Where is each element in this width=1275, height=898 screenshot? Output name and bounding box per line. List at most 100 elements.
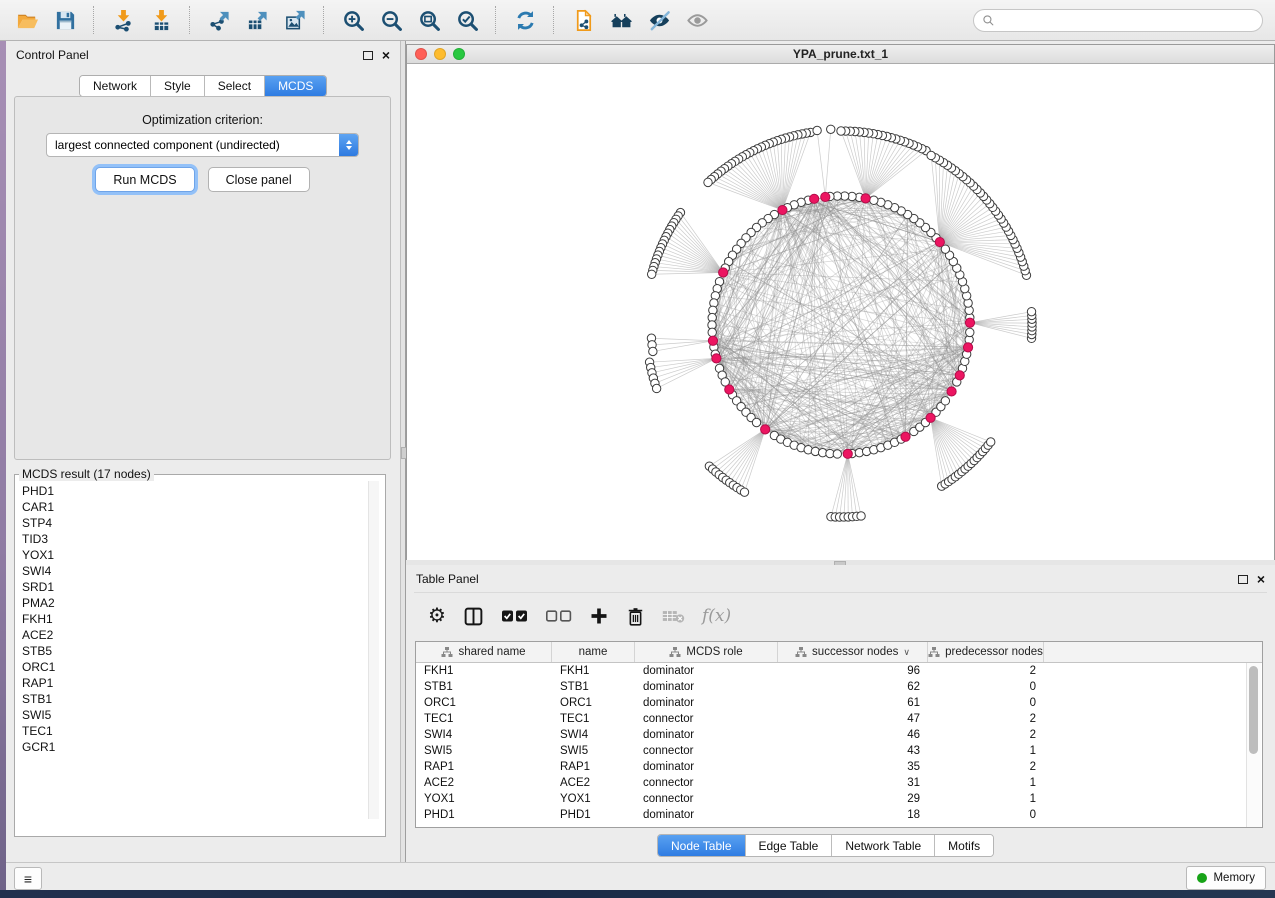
mcds-node-item[interactable]: TID3 [22, 531, 385, 547]
open-file-button[interactable] [8, 4, 46, 36]
network-leaf-node[interactable] [740, 488, 748, 496]
mcds-hub-node[interactable] [725, 385, 734, 394]
mcds-node-item[interactable]: STP4 [22, 515, 385, 531]
mcds-hub-node[interactable] [712, 354, 721, 363]
mcds-node-item[interactable]: STB1 [22, 691, 385, 707]
zoom-out-button[interactable] [372, 4, 410, 36]
column-header-name[interactable]: name [552, 642, 635, 662]
first-neighbors-button[interactable] [602, 4, 640, 36]
clone-network-button[interactable] [564, 4, 602, 36]
hide-selected-button[interactable] [640, 4, 678, 36]
zoom-fit-button[interactable] [410, 4, 448, 36]
mcds-node-item[interactable]: SWI4 [22, 563, 385, 579]
table-row[interactable]: YOX1YOX1connector291 [416, 791, 1262, 807]
network-node[interactable] [966, 328, 974, 336]
tab-select[interactable]: Select [205, 76, 265, 96]
column-header-predecessor-nodes[interactable]: predecessor nodes [928, 642, 1044, 662]
mcds-node-item[interactable]: RAP1 [22, 675, 385, 691]
mcds-hub-node[interactable] [708, 336, 717, 345]
close-panel-icon[interactable]: × [1257, 574, 1265, 584]
network-node[interactable] [708, 328, 716, 336]
table-row[interactable]: ACE2ACE2connector311 [416, 775, 1262, 791]
mcds-hub-node[interactable] [926, 413, 935, 422]
export-table-button[interactable] [238, 4, 276, 36]
network-leaf-node[interactable] [927, 151, 935, 159]
table-row[interactable]: SWI5SWI5connector431 [416, 743, 1262, 759]
mcds-hub-node[interactable] [955, 371, 964, 380]
run-mcds-button[interactable]: Run MCDS [95, 167, 194, 192]
table-row[interactable]: SWI4SWI4dominator462 [416, 727, 1262, 743]
mcds-node-item[interactable]: PHD1 [22, 483, 385, 499]
mcds-node-item[interactable]: FKH1 [22, 611, 385, 627]
add-column-button[interactable] [589, 606, 609, 626]
float-panel-icon[interactable] [363, 51, 373, 60]
import-network-button[interactable] [104, 4, 142, 36]
mcds-list-scrollbar[interactable] [368, 481, 379, 819]
tab-edge-table[interactable]: Edge Table [746, 835, 833, 856]
mcds-hub-node[interactable] [861, 194, 870, 203]
mcds-node-item[interactable]: SWI5 [22, 707, 385, 723]
mcds-node-item[interactable]: TEC1 [22, 723, 385, 739]
network-leaf-node[interactable] [1027, 307, 1035, 315]
mcds-hub-node[interactable] [821, 192, 830, 201]
close-panel-icon[interactable]: × [382, 50, 390, 60]
tab-style[interactable]: Style [151, 76, 205, 96]
network-node[interactable] [870, 196, 878, 204]
network-canvas[interactable] [407, 64, 1274, 560]
network-node[interactable] [752, 418, 760, 426]
tab-network[interactable]: Network [80, 76, 151, 96]
mcds-node-item[interactable]: ORC1 [22, 659, 385, 675]
delete-column-button[interactable] [626, 606, 645, 627]
mcds-node-item[interactable]: ACE2 [22, 627, 385, 643]
save-session-button[interactable] [46, 4, 84, 36]
mcds-hub-node[interactable] [935, 237, 944, 246]
deselect-all-rows-button[interactable] [545, 608, 572, 624]
search-box[interactable] [973, 9, 1263, 32]
import-table-button[interactable] [142, 4, 180, 36]
network-node[interactable] [833, 450, 841, 458]
export-network-button[interactable] [200, 4, 238, 36]
select-all-rows-button[interactable] [501, 608, 528, 624]
close-panel-button[interactable]: Close panel [208, 167, 310, 192]
table-row[interactable]: ORC1ORC1dominator610 [416, 695, 1262, 711]
mcds-node-item[interactable]: SRD1 [22, 579, 385, 595]
export-image-button[interactable] [276, 4, 314, 36]
table-settings-gear-button[interactable]: ⚙︎ [428, 606, 446, 626]
mcds-hub-node[interactable] [719, 268, 728, 277]
mcds-hub-node[interactable] [778, 205, 787, 214]
mcds-hub-node[interactable] [810, 194, 819, 203]
table-row[interactable]: STB1STB1dominator620 [416, 679, 1262, 695]
column-header-MCDS-role[interactable]: MCDS role [635, 642, 778, 662]
network-leaf-node[interactable] [647, 270, 655, 278]
network-node[interactable] [941, 397, 949, 405]
zoom-in-button[interactable] [334, 4, 372, 36]
table-scrollbar[interactable] [1246, 663, 1261, 827]
network-leaf-node[interactable] [649, 347, 657, 355]
toggle-split-panel-button[interactable] [463, 606, 484, 627]
mcds-hub-node[interactable] [965, 318, 974, 327]
mcds-result-list[interactable]: PHD1CAR1STP4TID3YOX1SWI4SRD1PMA2FKH1ACE2… [15, 481, 385, 821]
network-leaf-node[interactable] [652, 384, 660, 392]
network-leaf-node[interactable] [704, 178, 712, 186]
tab-node-table[interactable]: Node Table [658, 835, 746, 856]
column-header-shared-name[interactable]: shared name [416, 642, 552, 662]
mcds-hub-node[interactable] [901, 432, 910, 441]
search-input[interactable] [1001, 13, 1254, 29]
mcds-node-item[interactable]: YOX1 [22, 547, 385, 563]
mcds-node-item[interactable]: PMA2 [22, 595, 385, 611]
table-row[interactable]: PHD1PHD1dominator180 [416, 807, 1262, 823]
scrollbar-thumb[interactable] [1249, 666, 1258, 754]
network-leaf-node[interactable] [813, 126, 821, 134]
refresh-layout-button[interactable] [506, 4, 544, 36]
mcds-node-item[interactable]: GCR1 [22, 739, 385, 755]
criterion-dropdown[interactable]: largest connected component (undirected) [46, 133, 359, 157]
table-row[interactable]: FKH1FKH1dominator962 [416, 663, 1262, 679]
mcds-hub-node[interactable] [843, 449, 852, 458]
table-row[interactable]: RAP1RAP1dominator352 [416, 759, 1262, 775]
mcds-hub-node[interactable] [963, 343, 972, 352]
show-panels-button[interactable]: ≡ [14, 867, 42, 890]
sort-chevron-icon[interactable]: ∨ [903, 647, 910, 658]
network-leaf-node[interactable] [857, 512, 865, 520]
zoom-selected-button[interactable] [448, 4, 486, 36]
float-panel-icon[interactable] [1238, 575, 1248, 584]
